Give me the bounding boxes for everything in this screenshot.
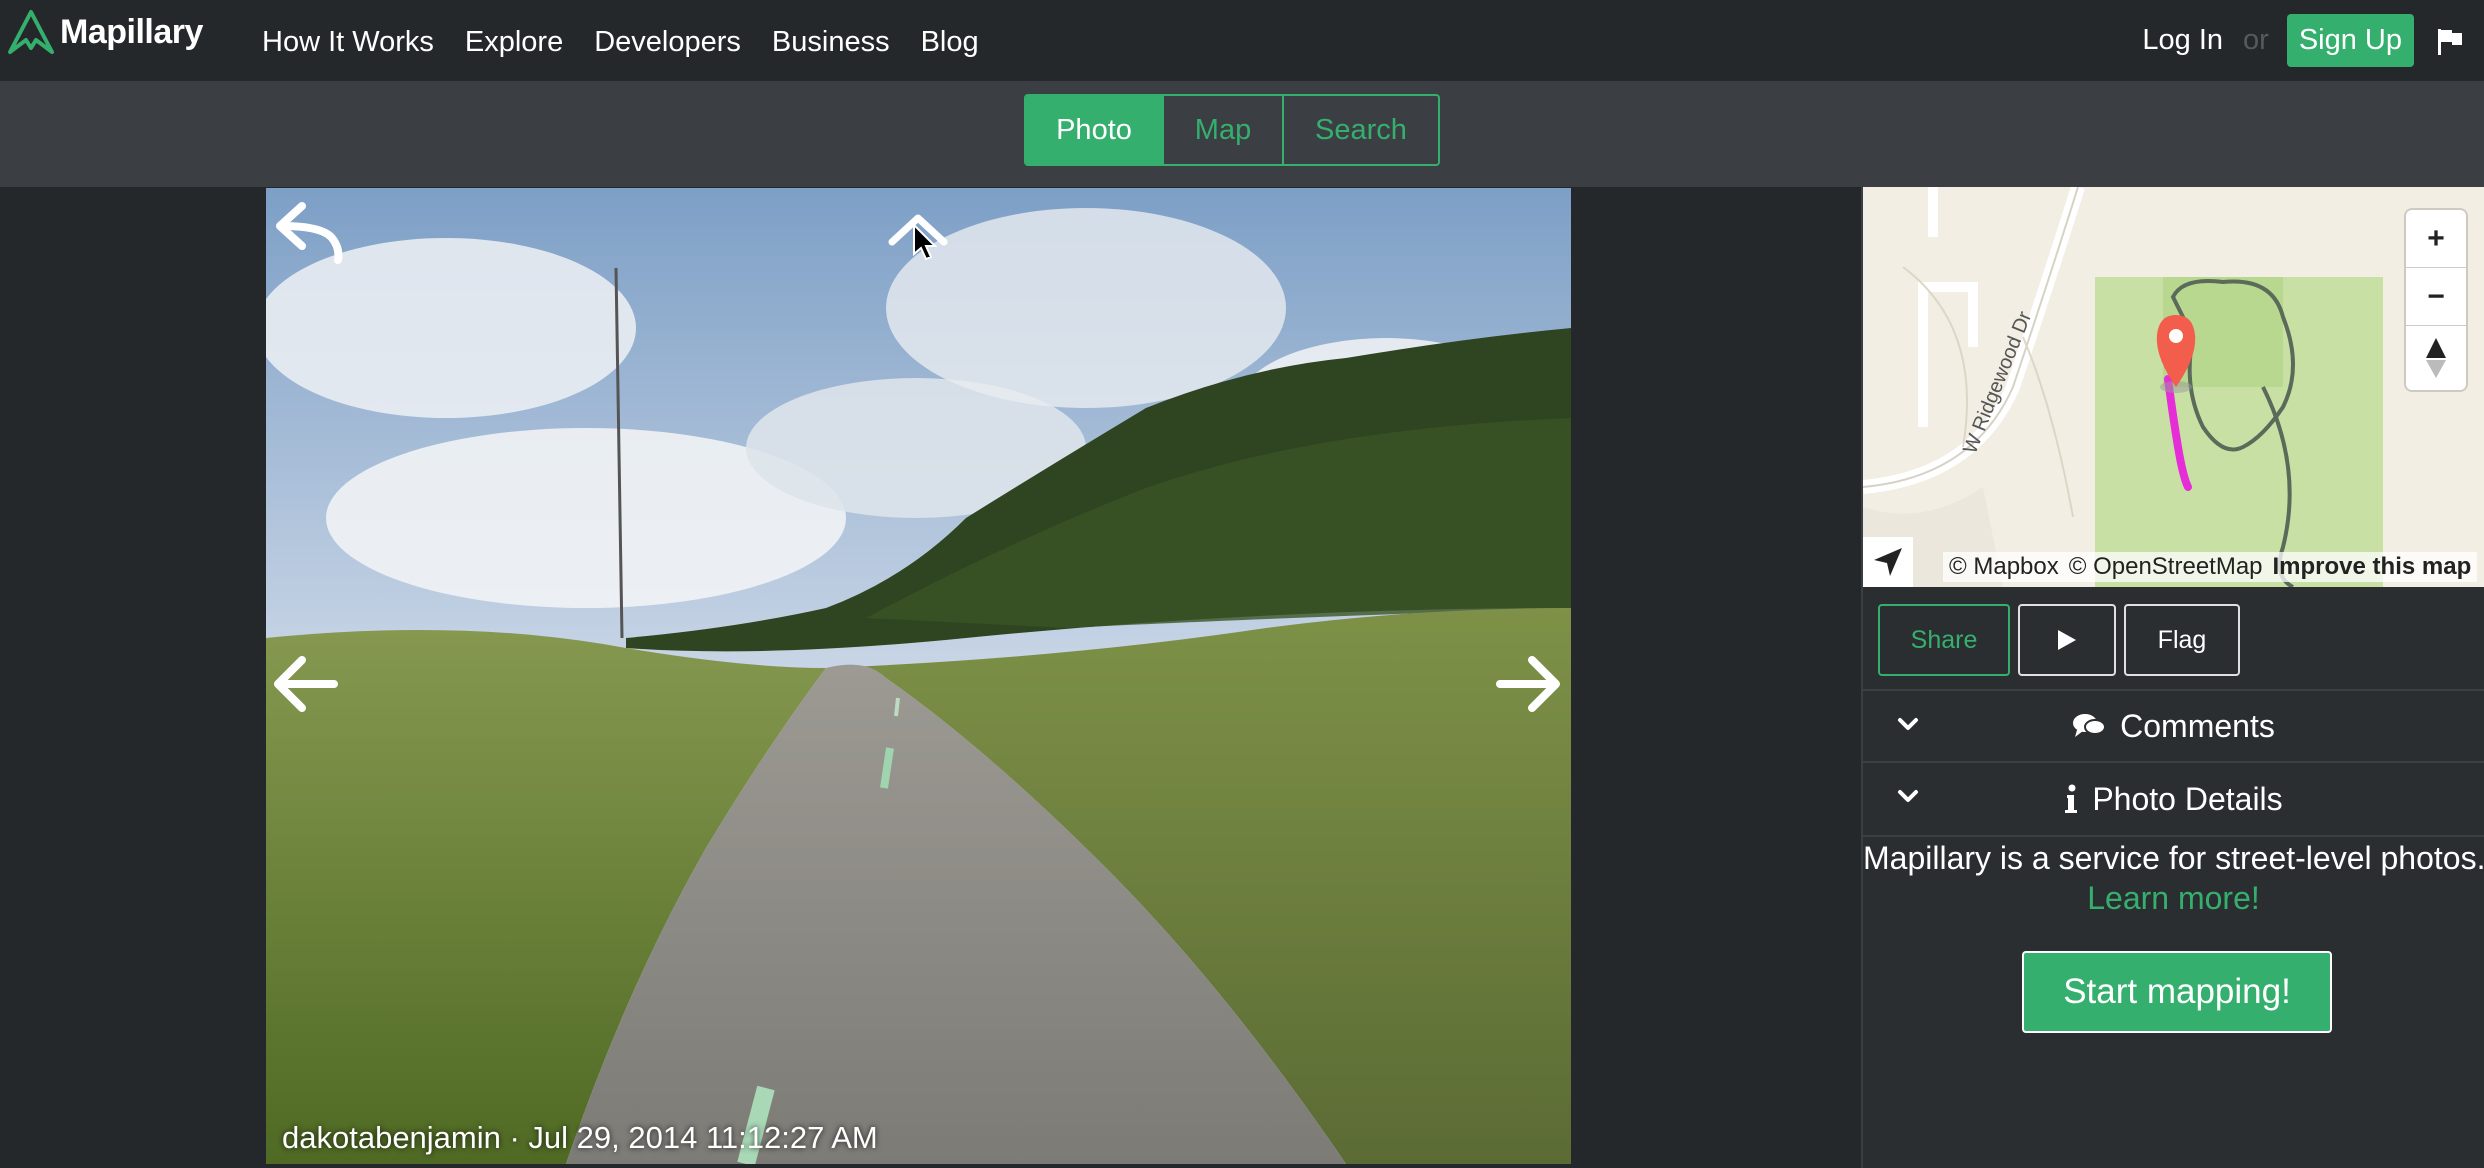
map-zoom-control: + −	[2406, 210, 2466, 390]
tab-map[interactable]: Map	[1164, 96, 1284, 164]
share-button[interactable]: Share	[1878, 604, 2010, 676]
login-link[interactable]: Log In	[2142, 24, 2223, 57]
cursor-icon	[911, 222, 939, 267]
start-mapping-button[interactable]: Start mapping!	[2022, 951, 2332, 1033]
auth-area: Log In or Sign Up	[2142, 0, 2484, 81]
geolocate-icon[interactable]	[1863, 537, 1913, 587]
flag-button[interactable]: Flag	[2124, 604, 2240, 676]
compass-icon[interactable]	[2406, 326, 2466, 390]
view-switcher: Photo Map Search	[1024, 94, 1440, 166]
photo-caption[interactable]: dakotabenjamin · Jul 29, 2014 11:12:27 A…	[282, 1120, 878, 1156]
learn-more-link[interactable]: Learn more!	[1863, 878, 2484, 918]
arrow-right-icon[interactable]	[1494, 654, 1562, 719]
zoom-in-button[interactable]: +	[2406, 210, 2466, 268]
brand-name: Mapillary	[60, 12, 203, 51]
or-separator: or	[2243, 24, 2269, 56]
nav-explore[interactable]: Explore	[465, 26, 563, 59]
zoom-out-button[interactable]: −	[2406, 268, 2466, 326]
back-icon[interactable]	[272, 198, 348, 269]
mapillary-logo-icon	[8, 10, 54, 54]
mini-map[interactable]: W Ridgewood Dr	[1863, 187, 2484, 587]
tab-search[interactable]: Search	[1284, 96, 1438, 164]
street-photo-image	[266, 188, 1571, 1164]
signup-button[interactable]: Sign Up	[2286, 14, 2414, 67]
comments-icon	[2073, 714, 2107, 737]
main-nav: How It Works Explore Developers Business…	[262, 26, 979, 59]
info-icon	[2065, 784, 2078, 813]
street-photo[interactable]	[266, 188, 1571, 1164]
comments-section[interactable]: Comments	[1863, 689, 2484, 763]
improve-map-link[interactable]: Improve this map	[2273, 553, 2472, 581]
tab-photo[interactable]: Photo	[1026, 96, 1164, 164]
photo-details-title: Photo Details	[2092, 780, 2283, 817]
nav-business[interactable]: Business	[772, 26, 890, 59]
nav-developers[interactable]: Developers	[594, 26, 741, 59]
mapillary-logo[interactable]: Mapillary	[6, 8, 203, 56]
chevron-down-icon	[1898, 790, 1918, 802]
arrow-left-icon[interactable]	[272, 654, 340, 719]
play-icon	[2058, 630, 2076, 650]
photo-details-section[interactable]: Photo Details	[1863, 763, 2484, 837]
comments-title: Comments	[2120, 707, 2275, 744]
play-button[interactable]	[2018, 604, 2116, 676]
nav-how-it-works[interactable]: How It Works	[262, 26, 434, 59]
promo-text: Mapillary is a service for street-level …	[1863, 840, 2484, 876]
promo-box: Mapillary is a service for street-level …	[1863, 838, 2484, 918]
attribution-mapbox[interactable]: © Mapbox	[1949, 553, 2059, 581]
photo-actions: Share Flag	[1878, 604, 2240, 676]
nav-blog[interactable]: Blog	[921, 26, 979, 59]
flag-icon[interactable]	[2430, 21, 2470, 61]
chevron-down-icon	[1898, 718, 1918, 730]
attribution-osm[interactable]: © OpenStreetMap	[2069, 553, 2263, 581]
map-attribution: © Mapbox © OpenStreetMap Improve this ma…	[1943, 552, 2478, 582]
top-navbar: Mapillary How It Works Explore Developer…	[0, 0, 2484, 81]
